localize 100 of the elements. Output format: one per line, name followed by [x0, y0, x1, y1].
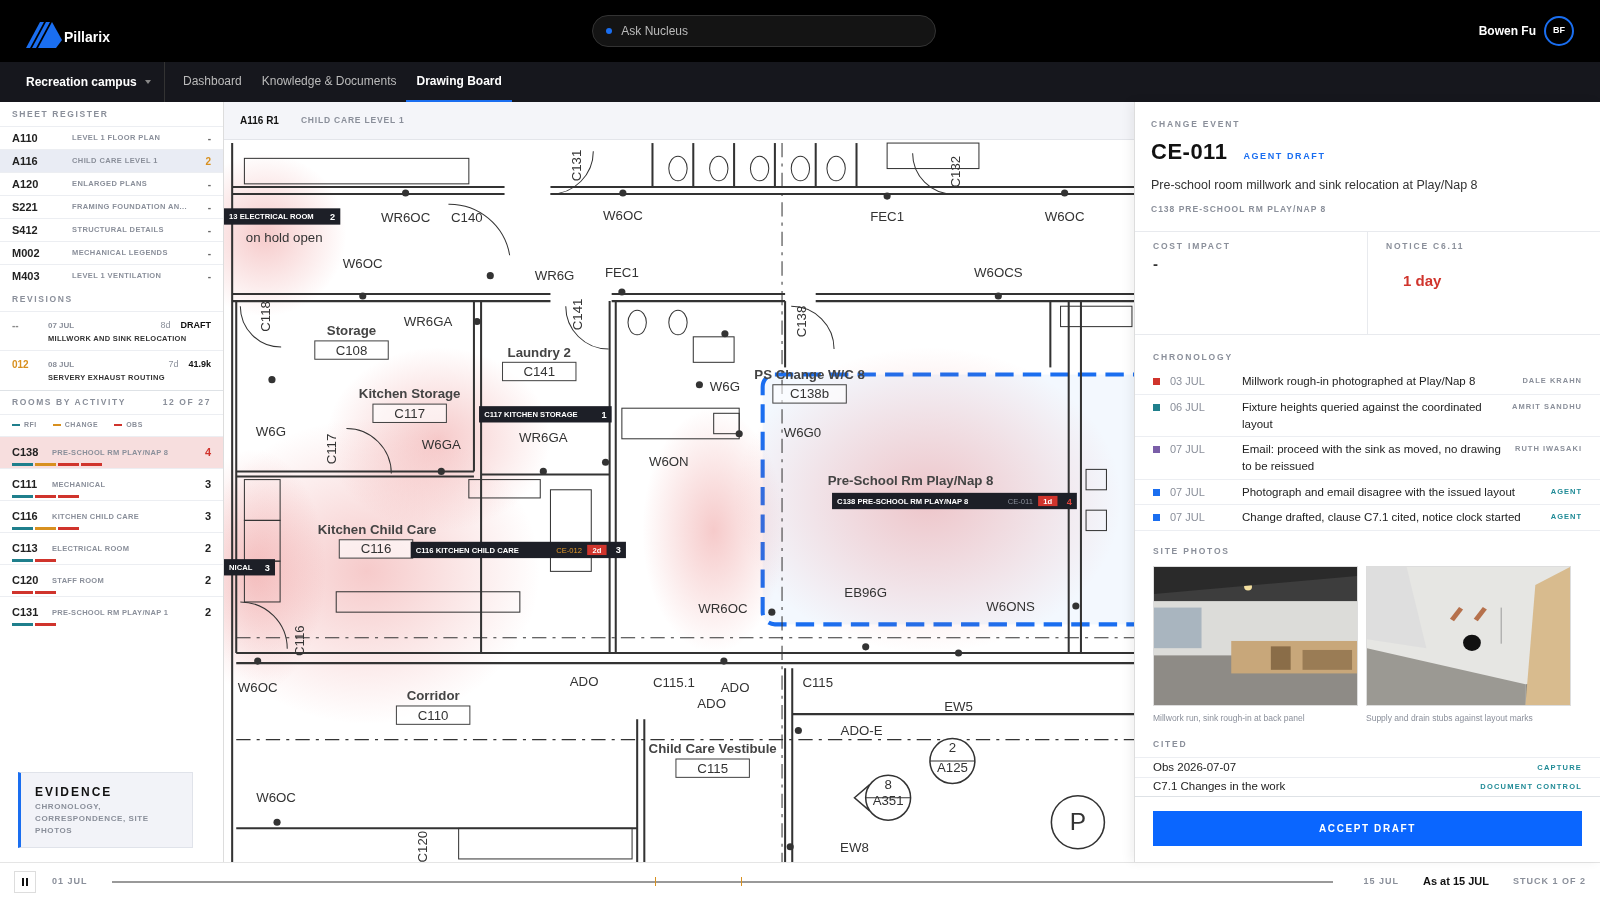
plan-label: ADO — [697, 696, 726, 712]
sheet-title: CHILD CARE LEVEL 1 — [300, 114, 405, 127]
tag-count: 2 — [330, 212, 336, 222]
plan-label: W6OC — [256, 790, 296, 806]
room-code: C138 — [12, 445, 40, 461]
sheet-code: A116 R1 — [240, 114, 279, 128]
photo-caption: Millwork run, sink rough-in at back panel — [1153, 711, 1306, 725]
stat-label: COST IMPACT — [1153, 240, 1232, 253]
plan-label: EW8 — [840, 840, 869, 856]
tag-count: 4 — [1066, 496, 1072, 507]
room-code: C120 — [12, 573, 40, 589]
nav-tab[interactable]: Dashboard — [173, 62, 252, 102]
room-code: C131 — [12, 605, 40, 621]
photo-caption: Supply and drain stubs against layout marks — [1366, 711, 1534, 725]
sheet-code: A120 — [12, 176, 40, 192]
plan-label: C141 — [570, 298, 586, 331]
plan-label: 2 — [948, 740, 957, 756]
plan-label: C118 — [258, 301, 274, 332]
grid-bubble — [1050, 794, 1106, 850]
user-name: Bowen Fu — [1478, 23, 1536, 40]
event-date: 03 JUL — [1170, 374, 1206, 390]
plan-label: 8 — [884, 777, 892, 792]
stat-value: - — [1153, 254, 1159, 274]
revision-date: 07 JUL — [48, 319, 76, 332]
room-count: 3 — [204, 509, 211, 525]
room-number: C138b — [772, 384, 847, 404]
room-reference: C138 PRE-SCHOOL RM PLAY/NAP 8 — [1151, 202, 1328, 216]
room-number: C115 — [675, 758, 750, 778]
sheet-count: - — [207, 269, 211, 284]
timeline-end: 15 JUL — [1363, 874, 1399, 888]
event-date: 07 JUL — [1170, 442, 1206, 458]
logo-icon — [26, 19, 62, 48]
plan-label: C138 — [793, 305, 809, 338]
section-heading: CITED — [1152, 738, 1189, 752]
plan-label: W6OC — [603, 207, 643, 223]
plan-label: W6G — [709, 379, 740, 395]
project-selector[interactable]: Recreation campus — [0, 62, 165, 102]
stat-value: 1 day — [1402, 271, 1443, 291]
sheet-code: A110 — [12, 130, 39, 146]
accept-button[interactable]: ACCEPT DRAFT — [1153, 811, 1582, 846]
room-count: 4 — [204, 445, 211, 461]
revision-date: 08 JUL — [48, 358, 76, 371]
status-dot — [606, 28, 613, 34]
event-text: Millwork rough-in photographed at Play/Nap 8 — [1242, 374, 1477, 390]
room-count: 3 — [204, 477, 211, 493]
plan-label: W6OCS — [974, 265, 1023, 281]
event-date: 07 JUL — [1170, 484, 1206, 500]
room-number: C141 — [502, 361, 577, 382]
logo-text: Pillarix — [64, 27, 110, 47]
tag-count: 3 — [615, 545, 621, 556]
revision-number: 012 — [12, 358, 30, 373]
play-pause-button[interactable] — [14, 870, 36, 893]
nav-tab[interactable]: Knowledge & Documents — [251, 62, 407, 102]
plan-label: W6OC — [342, 255, 383, 271]
room-label: Pre-School Rm Play/Nap 8 — [827, 473, 994, 489]
plan-label: A125 — [936, 759, 968, 775]
plan-label: ADO — [720, 680, 750, 696]
room-count: 2 — [204, 605, 211, 621]
plan-label: WR6OC — [698, 600, 748, 616]
user-avatar[interactable]: BF — [1544, 16, 1574, 46]
room-number: C108 — [314, 340, 389, 360]
tag-count: 3 — [264, 562, 270, 573]
sheet-count: - — [207, 223, 211, 238]
plan-label: C140 — [450, 210, 483, 225]
plan-label: WR6GA — [519, 430, 568, 446]
event-text: Photograph and email disagree with the issued layout — [1242, 484, 1516, 500]
sheet-count: - — [207, 246, 211, 261]
room-code: C113 — [12, 541, 39, 557]
plan-label: ADO — [569, 674, 599, 689]
plan-label: W6OC — [1044, 209, 1085, 224]
room-count: 2 — [204, 541, 211, 557]
sheet-count: - — [207, 131, 211, 146]
callout-circle — [929, 737, 976, 785]
event-text: Fixture heights queried against the coordinated layout — [1242, 399, 1483, 432]
timeline-track[interactable] — [111, 880, 1334, 883]
sheet-count: - — [207, 200, 211, 215]
plan-label: W6G0 — [783, 425, 822, 441]
room-label: Child Care Vestibule — [648, 741, 777, 757]
search-field[interactable]: Ask Nucleus — [592, 15, 937, 47]
section-heading: SITE PHOTOS — [1152, 544, 1231, 558]
section-heading: CHRONOLOGY — [1152, 350, 1234, 364]
change-summary: Pre-school room millwork and sink relocation at Play/Nap 8 — [1151, 176, 1479, 194]
room-count: 12 OF 27 — [162, 395, 211, 409]
plan-label: W6ONS — [986, 598, 1035, 614]
revision-number: -- — [12, 319, 20, 333]
room-label: Kitchen Child Care — [317, 522, 437, 538]
room-code: C111 — [12, 477, 39, 493]
room-label: Corridor — [406, 688, 460, 704]
section-heading: REVISIONS — [11, 292, 74, 306]
revision-value: 41.9k — [188, 358, 211, 371]
revision-age: 7d — [168, 358, 179, 371]
evidence-card[interactable]: EVIDENCE CHRONOLOGY, CORRESPONDENCE, SITE PHOTOS — [18, 772, 193, 848]
plan-label: C132 — [947, 155, 963, 188]
plan-label: FEC1 — [604, 265, 639, 281]
caret-icon — [144, 80, 151, 84]
event-text: Email: proceed with the sink as moved, no drawing to be reissued — [1242, 442, 1502, 474]
callout-circle — [853, 774, 912, 821]
room-number: C117 — [372, 403, 447, 423]
pause-icon — [20, 876, 30, 887]
plan-label: C120 — [415, 830, 431, 862]
